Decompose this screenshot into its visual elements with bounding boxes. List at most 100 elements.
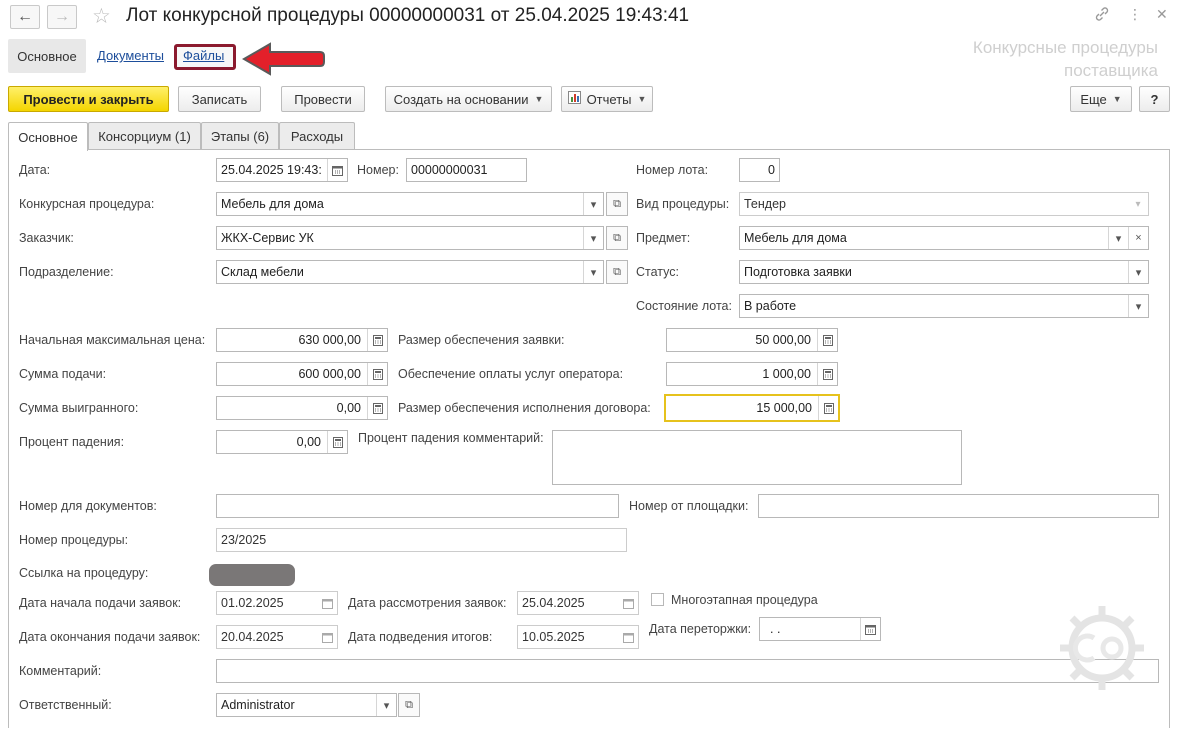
procedure-link-redacted[interactable] xyxy=(209,564,295,586)
reports-label: Отчеты xyxy=(586,91,632,107)
create-based-on-button[interactable]: Создать на основании ▼ xyxy=(385,86,552,112)
favorite-star-icon[interactable]: ☆ xyxy=(92,4,111,29)
calendar-icon[interactable] xyxy=(860,618,880,640)
platform-number-field[interactable] xyxy=(758,494,1159,518)
apply-start-value: 01.02.2025 xyxy=(221,596,284,610)
subject-field[interactable]: Мебель для дома × xyxy=(739,226,1149,250)
more-button[interactable]: Еще ▼ xyxy=(1070,86,1132,112)
calendar-icon[interactable] xyxy=(317,592,337,614)
dropdown-arrow-icon[interactable] xyxy=(376,694,396,716)
calendar-icon[interactable] xyxy=(618,592,638,614)
dropdown-arrow-icon[interactable] xyxy=(1108,227,1128,249)
procedure-number-field[interactable]: 23/2025 xyxy=(216,528,627,552)
status-field[interactable]: Подготовка заявки xyxy=(739,260,1149,284)
tab-expenses[interactable]: Расходы xyxy=(279,122,355,149)
tab-main[interactable]: Основное xyxy=(8,122,88,151)
apply-start-label: Дата начала подачи заявок: xyxy=(19,596,182,610)
apply-end-label: Дата окончания подачи заявок: xyxy=(19,630,201,644)
open-icon[interactable]: ⧉ xyxy=(606,226,628,250)
comment-field[interactable] xyxy=(216,659,1159,683)
back-button[interactable]: ← xyxy=(10,5,40,29)
lot-state-field[interactable]: В работе xyxy=(739,294,1149,318)
platform-number-label: Номер от площадки: xyxy=(629,499,749,513)
results-date-value: 10.05.2025 xyxy=(522,630,585,644)
tab-consortium[interactable]: Консорциум (1) xyxy=(88,122,201,149)
lot-number-field[interactable]: 0 xyxy=(739,158,780,182)
review-date-field[interactable]: 25.04.2025 xyxy=(517,591,639,615)
reports-button[interactable]: Отчеты ▼ xyxy=(561,86,653,112)
apply-start-field[interactable]: 01.02.2025 xyxy=(216,591,338,615)
customer-field[interactable]: ЖКХ-Сервис УК xyxy=(216,226,604,250)
open-icon[interactable]: ⧉ xyxy=(398,693,420,717)
dropdown-arrow-icon[interactable] xyxy=(1128,261,1148,283)
apply-end-field[interactable]: 20.04.2025 xyxy=(216,625,338,649)
status-label: Статус: xyxy=(636,265,679,279)
post-and-close-button[interactable]: Провести и закрыть xyxy=(8,86,169,112)
procedure-kind-label: Вид процедуры: xyxy=(636,197,730,211)
section-documents[interactable]: Документы xyxy=(97,48,164,63)
multistage-label: Многоэтапная процедура xyxy=(671,593,818,607)
responsible-field[interactable]: Administrator xyxy=(216,693,397,717)
section-main[interactable]: Основное xyxy=(8,39,86,73)
responsible-label: Ответственный: xyxy=(19,698,112,712)
link-icon[interactable] xyxy=(1094,6,1110,27)
close-icon[interactable]: ✕ xyxy=(1156,6,1168,23)
tab-stages[interactable]: Этапы (6) xyxy=(201,122,279,149)
drop-comment-label: Процент падения комментарий: xyxy=(358,431,544,445)
contract-security-value: 15 000,00 xyxy=(756,401,812,415)
open-icon[interactable]: ⧉ xyxy=(606,192,628,216)
division-field[interactable]: Склад мебели xyxy=(216,260,604,284)
max-price-label: Начальная максимальная цена: xyxy=(19,333,206,347)
post-button[interactable]: Провести xyxy=(281,86,365,112)
dropdown-arrow-icon[interactable] xyxy=(1128,295,1148,317)
bid-security-field[interactable]: 50 000,00 xyxy=(666,328,838,352)
max-price-field[interactable]: 630 000,00 xyxy=(216,328,388,352)
procedure-field[interactable]: Мебель для дома xyxy=(216,192,604,216)
dropdown-arrow-icon: ▼ xyxy=(1112,94,1122,104)
won-sum-field[interactable]: 0,00 xyxy=(216,396,388,420)
brand-line-1: Конкурсные процедуры xyxy=(972,38,1158,57)
section-files[interactable]: Файлы xyxy=(183,48,224,63)
doc-number-field[interactable] xyxy=(216,494,619,518)
forward-button[interactable]: → xyxy=(47,5,77,29)
subsystem-brand: Конкурсные процедуры поставщика xyxy=(973,36,1158,82)
number-field[interactable]: 00000000031 xyxy=(406,158,527,182)
calculator-icon[interactable] xyxy=(817,363,837,385)
dropdown-arrow-icon[interactable] xyxy=(583,261,603,283)
contract-security-field[interactable]: 15 000,00 xyxy=(664,394,840,422)
multistage-checkbox[interactable] xyxy=(651,593,664,606)
customer-value: ЖКХ-Сервис УК xyxy=(221,231,314,245)
date-field[interactable]: 25.04.2025 19:43: xyxy=(216,158,348,182)
results-date-field[interactable]: 10.05.2025 xyxy=(517,625,639,649)
more-label: Еще xyxy=(1080,91,1107,107)
calendar-icon[interactable] xyxy=(618,626,638,648)
max-price-value: 630 000,00 xyxy=(298,333,361,347)
division-label: Подразделение: xyxy=(19,265,114,279)
dropdown-arrow-icon[interactable] xyxy=(583,193,603,215)
customer-label: Заказчик: xyxy=(19,231,74,245)
number-label: Номер: xyxy=(357,163,399,177)
drop-percent-field[interactable]: 0,00 xyxy=(216,430,348,454)
more-vertical-icon[interactable]: ⋮ xyxy=(1128,6,1142,23)
calculator-icon[interactable] xyxy=(818,396,838,420)
dropdown-arrow-icon: ▼ xyxy=(534,94,544,104)
calendar-icon[interactable] xyxy=(317,626,337,648)
date-label: Дата: xyxy=(19,163,51,177)
help-button[interactable]: ? xyxy=(1139,86,1170,112)
apply-end-value: 20.04.2025 xyxy=(221,630,284,644)
submit-sum-field[interactable]: 600 000,00 xyxy=(216,362,388,386)
calculator-icon[interactable] xyxy=(367,329,387,351)
calculator-icon[interactable] xyxy=(817,329,837,351)
calculator-icon[interactable] xyxy=(327,431,347,453)
save-button[interactable]: Записать xyxy=(178,86,261,112)
calculator-icon[interactable] xyxy=(367,397,387,419)
clear-icon[interactable]: × xyxy=(1128,227,1148,249)
calculator-icon[interactable] xyxy=(367,363,387,385)
drop-comment-field[interactable] xyxy=(552,430,962,485)
operator-security-field[interactable]: 1 000,00 xyxy=(666,362,838,386)
open-icon[interactable]: ⧉ xyxy=(606,260,628,284)
procedure-label: Конкурсная процедура: xyxy=(19,197,155,211)
rebid-date-field[interactable]: . . xyxy=(759,617,881,641)
dropdown-arrow-icon[interactable] xyxy=(583,227,603,249)
calendar-icon[interactable] xyxy=(327,159,347,181)
